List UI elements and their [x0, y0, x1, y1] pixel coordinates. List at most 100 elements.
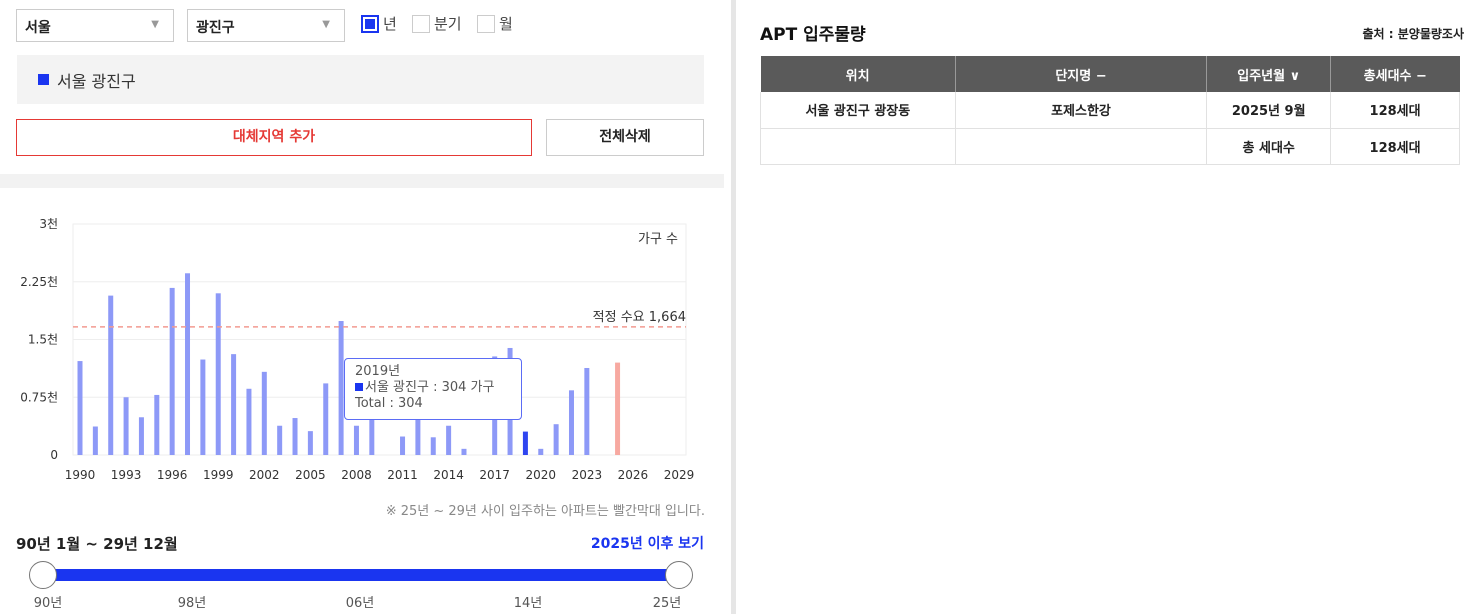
- chart-tooltip: 2019년 서울 광진구 : 304 가구 Total : 304: [344, 358, 522, 420]
- apt-supply-title: APT 입주물량: [760, 25, 866, 45]
- bar-2004: [292, 418, 298, 455]
- cell-total-label: 총 세대수: [1206, 128, 1332, 165]
- region-color-swatch: [38, 74, 49, 85]
- tooltip-series-row: 서울 광진구 : 304 가구: [355, 380, 511, 396]
- view-after-2025-link[interactable]: 2025년 이후 보기: [591, 533, 704, 553]
- bar-2019: [522, 431, 528, 455]
- period-quarter-label: 분기: [434, 15, 462, 33]
- bar-1990: [77, 361, 83, 455]
- chart-svg: 0 0.75천 1.5천 2.25천 3천 1990 1993 1996 1999 2002 200…: [20, 216, 695, 482]
- bar-2015: [461, 448, 467, 455]
- x-tick-label: 2002: [249, 468, 280, 482]
- checkbox-icon: [477, 14, 495, 33]
- x-tick-label: 2023: [572, 468, 603, 482]
- period-quarter-checkbox[interactable]: 분기: [412, 13, 462, 34]
- x-tick-label: 2011: [387, 468, 418, 482]
- city-select-value: 서울: [25, 20, 51, 36]
- data-source: 출처 : 분양물량조사: [1362, 27, 1464, 41]
- bar-2022: [568, 390, 574, 455]
- add-region-button[interactable]: 대체지역 추가: [16, 119, 532, 156]
- checkbox-icon: [412, 14, 430, 33]
- range-slider-track[interactable]: [43, 569, 679, 581]
- table-header-row: 위치 단지명 − 입주년월 ∨ 총세대수 −: [760, 56, 1460, 92]
- col-move-in-date[interactable]: 입주년월 ∨: [1206, 56, 1332, 92]
- x-tick-label: 2020: [525, 468, 556, 482]
- col-complex-name[interactable]: 단지명 −: [955, 56, 1208, 92]
- dropdown-arrow-icon: ▼: [322, 19, 330, 30]
- tooltip-series-text: 서울 광진구 : 304 가구: [365, 380, 495, 395]
- bar-1997: [185, 273, 191, 455]
- tooltip-year: 2019년: [355, 364, 401, 379]
- slider-tick-label: 98년: [177, 596, 207, 611]
- x-tick-label: 1999: [203, 468, 234, 482]
- col-location: 위치: [760, 56, 956, 92]
- x-tick-label: 2029: [664, 468, 695, 482]
- period-month-label: 월: [499, 15, 513, 33]
- period-year-checkbox[interactable]: 년: [361, 13, 397, 34]
- checkbox-checked-icon: [361, 14, 379, 33]
- col-total-households[interactable]: 총세대수 −: [1330, 56, 1460, 92]
- x-tick-label: 1996: [157, 468, 188, 482]
- y-tick-label: 0: [50, 448, 58, 462]
- bar-1991: [92, 426, 98, 455]
- cell-move-in-date: 2025년 9월: [1206, 92, 1332, 129]
- table-row: 서울 광진구 광장동 포제스한강 2025년 9월 128세대: [760, 92, 1460, 129]
- reference-line-label: 적정 수요 1,664: [593, 310, 686, 325]
- range-label: 90년 1월 ~ 29년 12월: [16, 535, 178, 553]
- bar-2025: [615, 362, 621, 455]
- period-month-checkbox[interactable]: 월: [477, 13, 513, 34]
- x-tick-label: 1993: [111, 468, 142, 482]
- tooltip-total: Total : 304: [355, 396, 423, 411]
- y-tick-label: 1.5천: [28, 332, 58, 347]
- x-tick-label: 2014: [433, 468, 464, 482]
- selected-region-label: 서울 광진구: [57, 71, 136, 91]
- chart-note: ※ 25년 ~ 29년 사이 입주하는 아파트는 빨간막대 입니다.: [385, 504, 705, 519]
- bar-1999: [215, 293, 221, 455]
- bar-2023: [584, 367, 590, 455]
- slider-tick-label: 06년: [345, 596, 375, 611]
- cell-empty: [955, 128, 1208, 165]
- cell-total-households: 128세대: [1330, 128, 1460, 165]
- period-year-label: 년: [383, 15, 397, 33]
- slider-tick-label: 14년: [513, 596, 543, 611]
- section-divider: [0, 174, 724, 188]
- bar-2005: [307, 431, 313, 455]
- x-tick-label: 2026: [618, 468, 649, 482]
- bar-1995: [154, 394, 160, 455]
- series-swatch: [355, 383, 363, 391]
- left-panel: 서울 ▼ 광진구 ▼ 년 분기 월 서울 광진구 대체지역 추가 전체삭제 0 0…: [0, 0, 724, 614]
- range-start-handle[interactable]: [29, 561, 57, 589]
- cell-location: 서울 광진구 광장동: [760, 92, 956, 129]
- x-tick-label: 2017: [479, 468, 510, 482]
- bar-1998: [200, 359, 206, 455]
- bar-2003: [277, 425, 283, 455]
- bar-1993: [123, 397, 129, 455]
- y-tick-label: 2.25천: [20, 274, 58, 289]
- bar-2000: [231, 354, 237, 455]
- city-select[interactable]: 서울 ▼: [16, 9, 174, 42]
- bar-2013: [430, 437, 436, 455]
- range-end-handle[interactable]: [665, 561, 693, 589]
- district-select[interactable]: 광진구 ▼: [187, 9, 345, 42]
- bar-1996: [169, 287, 175, 455]
- unit-label: 가구 수: [638, 232, 678, 247]
- x-tick-label: 1990: [65, 468, 96, 482]
- selected-region-bar: 서울 광진구: [17, 55, 704, 104]
- bar-1994: [138, 417, 144, 455]
- bar-2014: [446, 425, 452, 455]
- bar-1992: [108, 295, 114, 455]
- supply-bar-chart: 0 0.75천 1.5천 2.25천 3천 1990 1993 1996 1999 2002 200…: [0, 200, 724, 500]
- bar-2007: [338, 321, 344, 455]
- cell-complex-name: 포제스한강: [955, 92, 1208, 129]
- panel-separator: [731, 0, 736, 614]
- bar-2008: [353, 425, 359, 455]
- x-tick-label: 2008: [341, 468, 372, 482]
- bar-2021: [553, 424, 559, 455]
- bar-2002: [261, 371, 267, 455]
- apt-supply-table: 위치 단지명 − 입주년월 ∨ 총세대수 − 서울 광진구 광장동 포제스한강 …: [760, 56, 1460, 165]
- clear-all-button[interactable]: 전체삭제: [546, 119, 704, 156]
- slider-tick-label: 90년: [33, 596, 63, 611]
- bar-2001: [246, 388, 252, 455]
- table-total-row: 총 세대수 128세대: [760, 128, 1460, 165]
- y-tick-label: 0.75천: [20, 389, 58, 404]
